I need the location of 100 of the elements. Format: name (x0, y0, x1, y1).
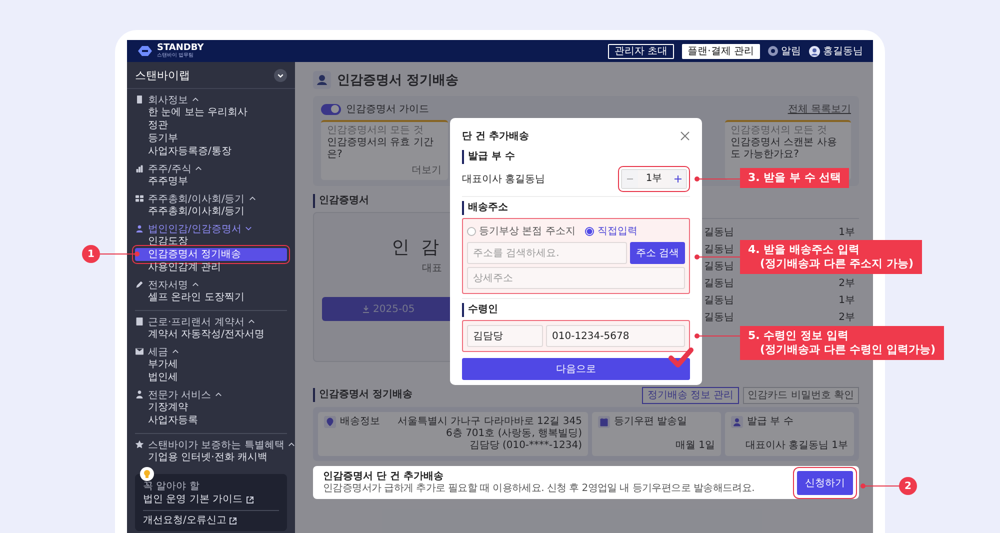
person-icon (135, 224, 144, 233)
lightbulb-icon (140, 467, 154, 481)
logo-text: STANDBY (157, 44, 205, 53)
sidebar-section-toggle[interactable]: 주주총회/이사회/등기 (135, 192, 256, 205)
tab-button[interactable]: 인감카드 비밀번호 확인 (742, 386, 859, 404)
info-title: 등기우편 발송일 (614, 416, 688, 428)
field-label: 발급 부 수 (462, 150, 515, 164)
chevron-up-icon (288, 442, 296, 447)
sidebar-item[interactable]: 주주총회/이사회/등기 (135, 205, 245, 218)
checkmark-icon (668, 347, 694, 369)
step-number-badge: 2 (899, 477, 917, 495)
sidebar-section-toggle[interactable]: 스탠바이가 보증하는 특별혜택 (135, 438, 296, 451)
section-heading: 인감증명서 정기배송 (313, 388, 412, 402)
leader-line (100, 251, 140, 257)
user-avatar-icon (809, 46, 820, 56)
sidebar-item[interactable]: 계약서 자동작성/전자서명 (135, 328, 265, 341)
leader-line (860, 483, 900, 489)
dialog-title: 단 건 추가배송 (462, 130, 529, 143)
card-question: 인감증명서의 유효 기간은? (327, 137, 434, 161)
recipient-name-field[interactable]: 김담당 (467, 325, 543, 347)
chevron-up-icon (215, 392, 222, 397)
download-icon (362, 305, 370, 313)
help-link[interactable]: 법인 운영 기본 가이드 (143, 493, 279, 507)
person-icon (313, 71, 331, 89)
table-cell: 2부 (838, 312, 855, 324)
recipient-phone-field[interactable]: 010-1234-5678 (546, 325, 685, 347)
help-caption: 꼭 알아야 할 (143, 481, 200, 493)
chevron-up-icon (248, 196, 256, 201)
sidebar-item[interactable]: 한 눈에 보는 우리회사 (135, 106, 248, 119)
table-cell: 1부 (838, 294, 855, 306)
header-button[interactable]: 관리자 초대 (608, 44, 674, 58)
sidebar-item[interactable]: 기장계약 (135, 401, 188, 414)
sidebar-item[interactable]: 등기부 (135, 132, 178, 145)
envelope-icon (135, 347, 144, 356)
table-cell: 1부 (838, 226, 855, 238)
info-text: 서울특별시 가나구 다라마바로 12길 345 (397, 416, 582, 428)
address-search-field[interactable]: 주소를 검색하세요. (467, 242, 627, 264)
sidebar-item[interactable]: 사업자등록증/통장 (135, 145, 232, 158)
sidebar-item[interactable]: 정관 (135, 119, 168, 132)
bar-chart-icon (135, 164, 144, 173)
table-cell: 길동님 (704, 278, 734, 290)
table-cell: 길동님 (704, 294, 734, 306)
external-link-icon (246, 496, 254, 504)
info-text: 대표이사 홍길동님 1부 (745, 440, 848, 452)
card-category: 인감증명서의 모든 것 (327, 125, 424, 137)
chevron-up-icon (248, 319, 256, 324)
chevron-up-icon (195, 166, 202, 171)
sidebar-item[interactable]: 인감도장 (135, 235, 188, 248)
toggle-switch[interactable] (321, 104, 341, 114)
sidebar-item[interactable]: 사업자등록 (135, 414, 198, 427)
sidebar-item[interactable]: 기업용 인터넷·전화 캐시백 (135, 451, 268, 464)
document-icon (135, 95, 144, 104)
radio-option[interactable]: 등기부상 본점 주소지 (467, 224, 576, 238)
leader-line (694, 333, 740, 339)
radio-option[interactable]: 직접입력 (585, 224, 638, 238)
close-icon[interactable] (680, 131, 690, 141)
guide-card[interactable]: 인감증명서의 모든 것 인감증명서의 유효 기간은? 더보기 (321, 120, 448, 180)
sidebar-item[interactable]: 법인세 (135, 371, 178, 384)
plus-icon (674, 175, 682, 183)
callout-label: 3. 받을 부 수 선택 (740, 168, 850, 188)
detail-address-field[interactable]: 상세주소 (467, 267, 685, 289)
chevron-down-icon (245, 226, 252, 231)
table-cell: 길동님 (704, 260, 734, 272)
notification-link[interactable]: 알림 (768, 44, 801, 58)
table-cell: 길동님 (704, 312, 734, 324)
sidebar-item[interactable]: 셀프 온라인 도장찍기 (135, 291, 244, 304)
sidebar-item[interactable]: 부가세 (135, 358, 178, 371)
card-description: 인감증명서가 급하게 추가로 필요할 때 이용하세요. 신청 후 2영업일 내 등기우편으로 발송해드려요. (323, 483, 754, 495)
sidebar-section-toggle[interactable]: 회사정보 (135, 93, 199, 106)
user-menu[interactable]: 홍길동님 (809, 44, 863, 58)
next-button[interactable]: 다음으로 (462, 358, 690, 380)
field-label: 배송주소 (462, 201, 508, 215)
apply-button[interactable]: 신청하기 (797, 470, 853, 494)
sidebar-section-toggle[interactable]: 전문가 서비스 (135, 388, 222, 401)
sidebar-section-toggle[interactable]: 근로·프리랜서 계약서 (135, 315, 256, 328)
bell-icon (768, 46, 778, 56)
sidebar-section-toggle[interactable]: 법인인감/인감증명서 (135, 222, 252, 235)
card-question: 인감증명서 스캔본 사용도 가능한가요? (730, 137, 838, 161)
guide-title: 인감증명서 가이드 (346, 103, 430, 116)
help-link[interactable]: 개선요청/오류신고 (143, 510, 279, 528)
pin-icon (324, 416, 336, 428)
header-button[interactable]: 플랜·결제 관리 (682, 44, 760, 58)
sidebar-item[interactable]: 주주명부 (135, 175, 188, 188)
table-cell: 2부 (838, 278, 855, 290)
chevron-up-icon (192, 97, 199, 102)
star-icon (135, 440, 144, 449)
card-title: 인감증명서 단 건 추가배송 (323, 470, 444, 483)
sidebar-section-toggle[interactable]: 세금 (135, 345, 179, 358)
view-all-link[interactable]: 전체 목록보기 (788, 102, 851, 116)
sidebar-section-toggle[interactable]: 전자서명 (135, 278, 199, 291)
sidebar-item[interactable]: 사용인감계 관리 (135, 261, 222, 274)
chevron-down-icon[interactable] (274, 68, 287, 82)
sidebar-item[interactable]: 인감증명서 정기배송 (135, 248, 287, 261)
external-link-icon (229, 517, 238, 525)
person-icon (731, 416, 743, 428)
info-title: 배송정보 (340, 416, 380, 428)
increase-button[interactable] (670, 170, 686, 188)
address-search-button[interactable]: 주소 검색 (630, 242, 685, 264)
certificate-title: 인 감 (391, 237, 442, 259)
sidebar-section-toggle[interactable]: 주주/주식 (135, 162, 202, 175)
